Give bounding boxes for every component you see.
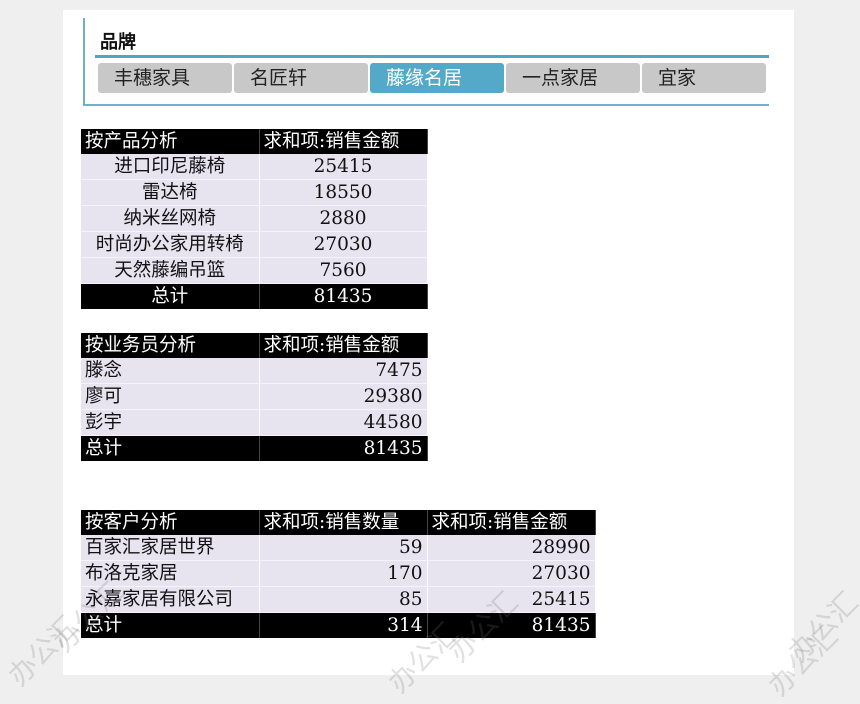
value-cell[interactable]: 18550 bbox=[259, 179, 428, 206]
pivot-table-by-salesperson: 按业务员分析 求和项:销售金额 滕念 7475 廖可 29380 彭宇 4458… bbox=[81, 333, 428, 461]
header-cell[interactable]: 求和项:销售金额 bbox=[427, 510, 596, 535]
header-cell[interactable]: 求和项:销售金额 bbox=[259, 129, 428, 154]
value-cell[interactable]: 59 bbox=[259, 535, 428, 561]
table-row: 天然藤编吊篮 7560 bbox=[81, 257, 428, 284]
total-label[interactable]: 总计 bbox=[81, 283, 260, 309]
row-label[interactable]: 纳米丝网椅 bbox=[81, 205, 260, 232]
table-row: 滕念 7475 bbox=[81, 358, 428, 384]
slicer-item-fengsui[interactable]: 丰穗家具 bbox=[98, 63, 232, 93]
table-row: 百家汇家居世界 59 28990 bbox=[81, 535, 596, 561]
row-label[interactable]: 百家汇家居世界 bbox=[81, 535, 260, 561]
value-cell[interactable]: 27030 bbox=[259, 231, 428, 258]
total-label[interactable]: 总计 bbox=[81, 435, 260, 461]
slicer-item-ikea[interactable]: 宜家 bbox=[642, 63, 766, 93]
header-cell[interactable]: 按业务员分析 bbox=[81, 333, 260, 358]
row-label[interactable]: 天然藤编吊篮 bbox=[81, 257, 260, 284]
slicer-item-tengyuan[interactable]: 藤缘名居 bbox=[370, 63, 504, 93]
table-row: 廖可 29380 bbox=[81, 383, 428, 410]
header-cell[interactable]: 按产品分析 bbox=[81, 129, 260, 154]
slicer-item-yidian[interactable]: 一点家居 bbox=[506, 63, 640, 93]
pivot-table-by-product: 按产品分析 求和项:销售金额 进口印尼藤椅 25415 雷达椅 18550 纳米… bbox=[81, 129, 428, 309]
table-row: 纳米丝网椅 2880 bbox=[81, 205, 428, 232]
table-total-row: 总计 81435 bbox=[81, 283, 428, 309]
table-header-row: 按业务员分析 求和项:销售金额 bbox=[81, 333, 428, 358]
slicer-items: 丰穗家具 名匠轩 藤缘名居 一点家居 宜家 bbox=[98, 63, 766, 93]
table-row: 进口印尼藤椅 25415 bbox=[81, 154, 428, 180]
row-label[interactable]: 廖可 bbox=[81, 383, 260, 410]
slicer-title: 品牌 bbox=[100, 32, 136, 53]
table-total-row: 总计 81435 bbox=[81, 435, 428, 461]
value-cell[interactable]: 28990 bbox=[427, 535, 596, 561]
row-label[interactable]: 彭宇 bbox=[81, 409, 260, 436]
row-label[interactable]: 永嘉家居有限公司 bbox=[81, 586, 260, 613]
row-label[interactable]: 雷达椅 bbox=[81, 179, 260, 206]
table-row: 时尚办公家用转椅 27030 bbox=[81, 231, 428, 258]
value-cell[interactable]: 7475 bbox=[259, 358, 428, 384]
table-row: 布洛克家居 170 27030 bbox=[81, 560, 596, 587]
total-value[interactable]: 81435 bbox=[427, 612, 596, 638]
total-label[interactable]: 总计 bbox=[81, 612, 260, 638]
header-cell[interactable]: 求和项:销售金额 bbox=[259, 333, 428, 358]
pivot-table-by-customer: 按客户分析 求和项:销售数量 求和项:销售金额 百家汇家居世界 59 28990… bbox=[81, 510, 596, 638]
row-label[interactable]: 时尚办公家用转椅 bbox=[81, 231, 260, 258]
value-cell[interactable]: 25415 bbox=[259, 154, 428, 180]
header-cell[interactable]: 求和项:销售数量 bbox=[259, 510, 428, 535]
table-header-row: 按产品分析 求和项:销售金额 bbox=[81, 129, 428, 154]
value-cell[interactable]: 44580 bbox=[259, 409, 428, 436]
table-header-row: 按客户分析 求和项:销售数量 求和项:销售金额 bbox=[81, 510, 596, 535]
value-cell[interactable]: 2880 bbox=[259, 205, 428, 232]
total-value[interactable]: 81435 bbox=[259, 283, 428, 309]
table-row: 雷达椅 18550 bbox=[81, 179, 428, 206]
slicer-item-mingjiangxuan[interactable]: 名匠轩 bbox=[234, 63, 368, 93]
value-cell[interactable]: 170 bbox=[259, 560, 428, 587]
value-cell[interactable]: 7560 bbox=[259, 257, 428, 284]
value-cell[interactable]: 27030 bbox=[427, 560, 596, 587]
slicer-header-line bbox=[95, 55, 769, 58]
value-cell[interactable]: 29380 bbox=[259, 383, 428, 410]
header-cell[interactable]: 按客户分析 bbox=[81, 510, 260, 535]
row-label[interactable]: 布洛克家居 bbox=[81, 560, 260, 587]
total-value[interactable]: 314 bbox=[259, 612, 428, 638]
table-row: 永嘉家居有限公司 85 25415 bbox=[81, 586, 596, 613]
total-value[interactable]: 81435 bbox=[259, 435, 428, 461]
row-label[interactable]: 滕念 bbox=[81, 358, 260, 384]
table-row: 彭宇 44580 bbox=[81, 409, 428, 436]
table-total-row: 总计 314 81435 bbox=[81, 612, 596, 638]
brand-slicer: 品牌 丰穗家具 名匠轩 藤缘名居 一点家居 宜家 bbox=[83, 18, 769, 106]
value-cell[interactable]: 25415 bbox=[427, 586, 596, 613]
value-cell[interactable]: 85 bbox=[259, 586, 428, 613]
row-label[interactable]: 进口印尼藤椅 bbox=[81, 154, 260, 180]
